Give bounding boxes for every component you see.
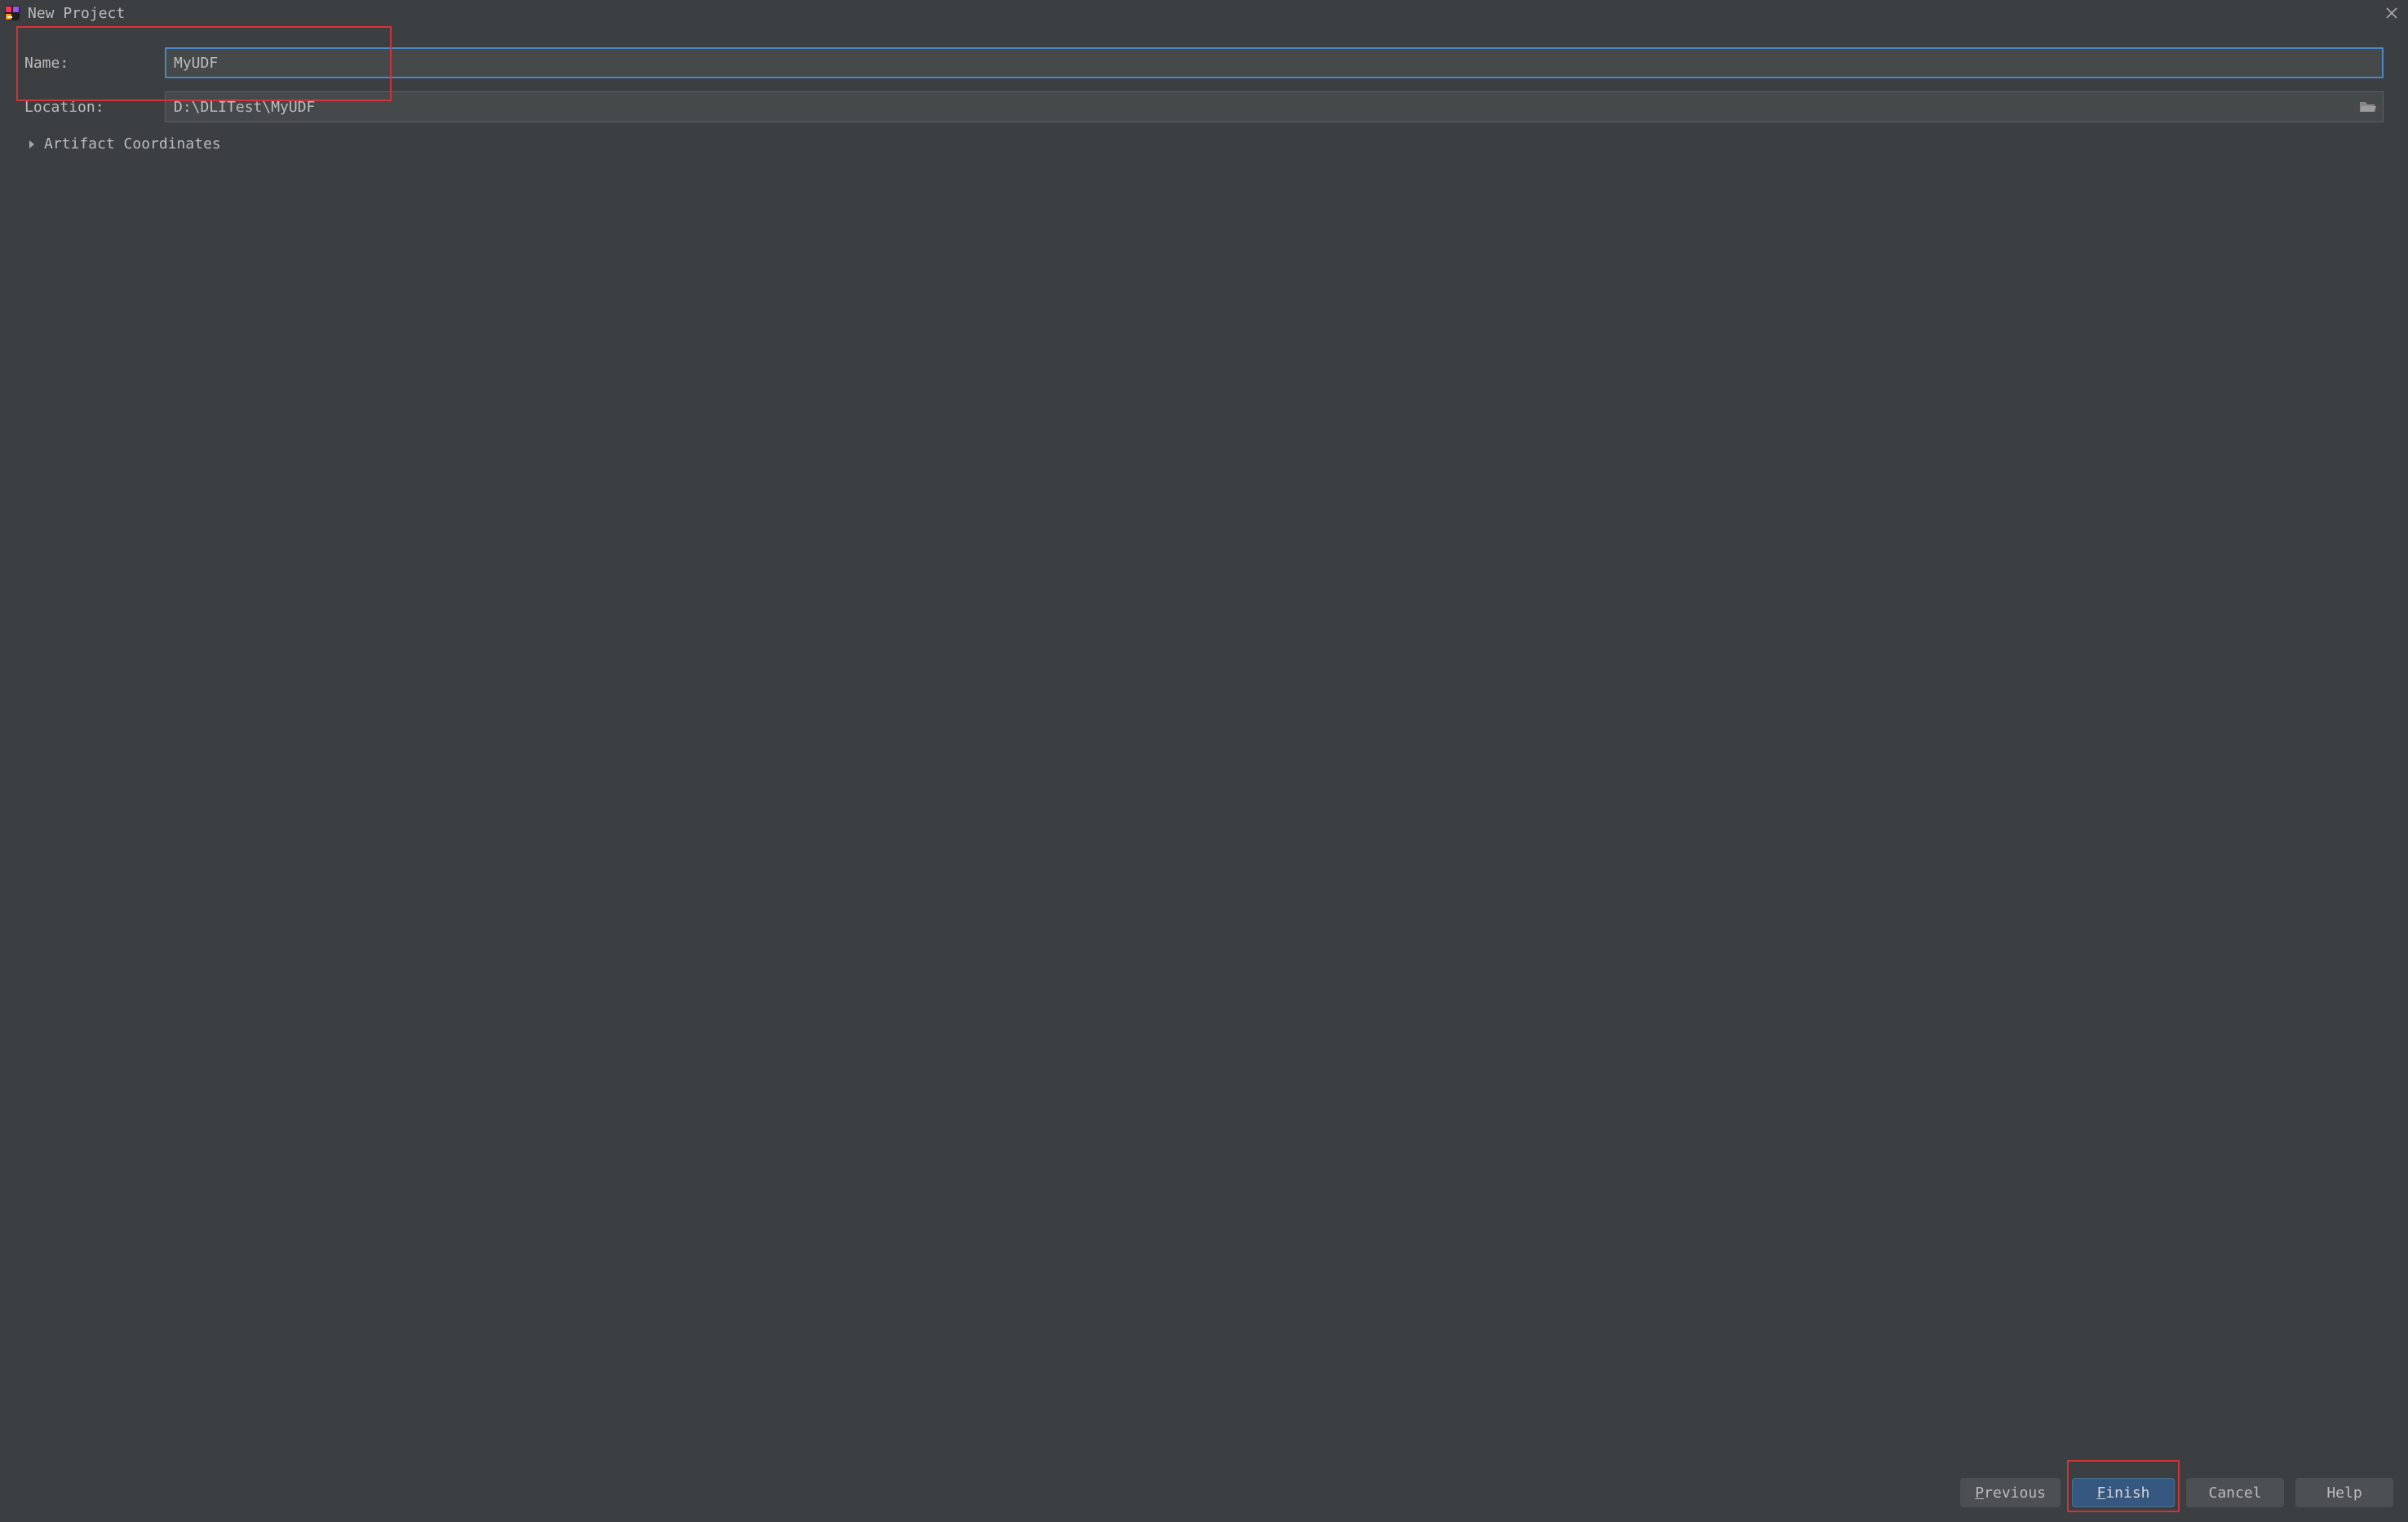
folder-open-icon	[2359, 100, 2377, 114]
cancel-button[interactable]: Cancel	[2186, 1478, 2284, 1507]
previous-rest: revious	[1984, 1484, 2046, 1502]
location-row: Location:	[24, 91, 2384, 122]
previous-mnemonic: P	[1975, 1484, 1984, 1502]
location-input[interactable]	[165, 91, 2384, 122]
browse-folder-button[interactable]	[2359, 100, 2377, 114]
cancel-label: Cancel	[2208, 1484, 2261, 1502]
titlebar: New Project	[0, 0, 2408, 26]
name-input-wrap	[165, 47, 2384, 78]
location-label: Location:	[24, 99, 165, 116]
name-label: Name:	[24, 55, 165, 72]
new-project-dialog: New Project Name: Location:	[0, 0, 2408, 1522]
finish-button[interactable]: Finish	[2072, 1478, 2175, 1507]
finish-rest: inish	[2105, 1484, 2149, 1502]
previous-button[interactable]: Previous	[1960, 1478, 2061, 1507]
close-icon	[2385, 7, 2398, 20]
artifact-coordinates-label: Artifact Coordinates	[44, 135, 221, 153]
name-input[interactable]	[165, 47, 2384, 78]
name-row: Name:	[24, 47, 2384, 78]
help-button[interactable]: Help	[2295, 1478, 2393, 1507]
dialog-content: Name: Location:	[0, 26, 2408, 1463]
intellij-icon	[5, 6, 20, 20]
dialog-footer: Previous Finish Cancel Help	[0, 1463, 2408, 1522]
location-input-wrap	[165, 91, 2384, 122]
artifact-coordinates-toggle[interactable]: Artifact Coordinates	[24, 135, 2384, 153]
finish-mnemonic: F	[2096, 1484, 2105, 1502]
close-button[interactable]	[2380, 2, 2403, 24]
window-title: New Project	[28, 5, 125, 22]
help-label: Help	[2326, 1484, 2362, 1502]
chevron-right-icon	[24, 139, 39, 149]
